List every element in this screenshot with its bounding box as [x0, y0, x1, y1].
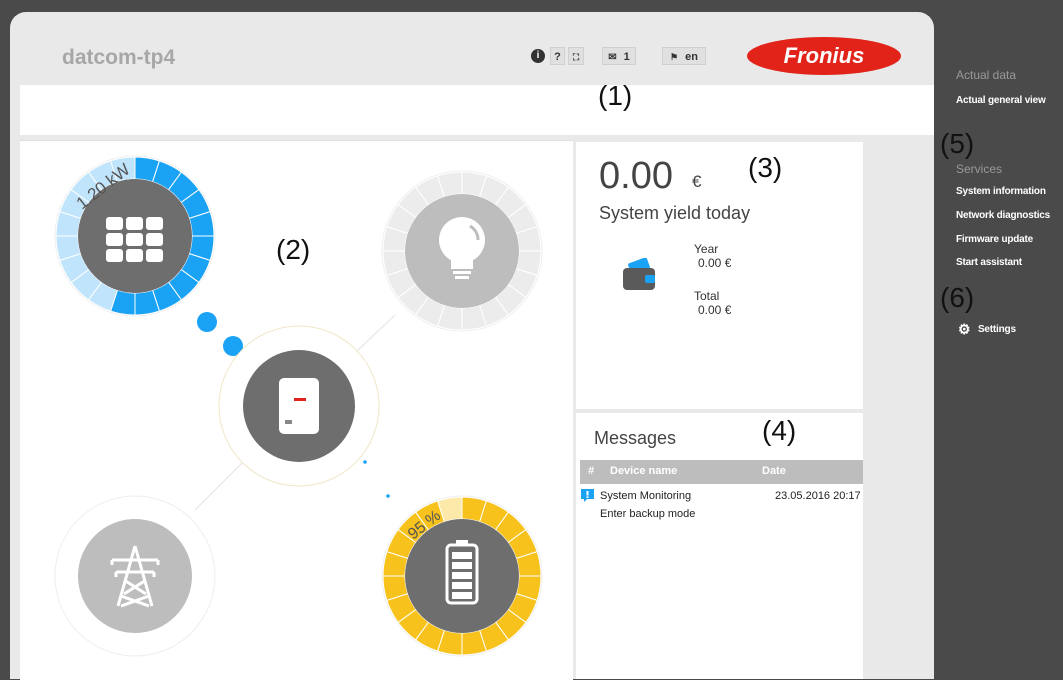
messages-button[interactable]: ✉ 1 — [602, 47, 636, 65]
sidebar — [934, 12, 1063, 679]
annotation-1: (1) — [598, 80, 633, 111]
annotation-6: (6) — [940, 282, 975, 313]
gear-icon: ⚙ — [958, 321, 971, 337]
yield-currency: € — [692, 172, 702, 191]
fronius-logo[interactable]: Fronius — [746, 36, 902, 76]
annotation-4: (4) — [762, 415, 797, 446]
messages-panel — [576, 413, 863, 679]
col-date: Date — [762, 465, 786, 477]
pv-flow-dot — [197, 312, 217, 332]
info-message-icon — [581, 489, 594, 502]
table-row[interactable]: System Monitoring 23.05.2016 20:17 Enter… — [580, 488, 863, 522]
inverter-icon — [279, 378, 319, 434]
col-device-name: Device name — [610, 465, 678, 477]
device-name: datcom-tp4 — [62, 46, 176, 69]
help-button[interactable]: ? — [550, 47, 565, 65]
sidebar-item-start-assistant[interactable]: Start assistant — [956, 257, 1022, 268]
sidebar-item-settings[interactable]: ⚙ Settings — [958, 321, 1016, 338]
sidebar-item-network-diagnostics[interactable]: Network diagnostics — [956, 210, 1050, 221]
info-button[interactable]: i — [531, 49, 545, 63]
messages-title: Messages — [594, 428, 677, 448]
sidebar-item-firmware-update[interactable]: Firmware update — [956, 234, 1033, 245]
annotation-5: (5) — [940, 128, 975, 159]
top-bar — [20, 85, 934, 135]
yield-label: System yield today — [599, 203, 751, 223]
message-date: 23.05.2016 20:17 — [775, 490, 861, 502]
wallet-icon — [623, 258, 655, 290]
total-label: Total — [694, 289, 720, 303]
grid-node[interactable] — [54, 495, 216, 657]
sidebar-heading-actual-data: Actual data — [956, 68, 1017, 82]
inverter-node[interactable] — [218, 325, 380, 487]
mail-icon: ✉ — [608, 52, 617, 63]
total-value: 0.00 € — [698, 303, 732, 317]
battery-node[interactable]: 95 % — [381, 495, 543, 657]
yield-value: 0.00 — [599, 155, 673, 197]
language-code: en — [685, 51, 698, 63]
fullscreen-button[interactable]: ⛶ — [568, 47, 584, 65]
annotation-3: (3) — [748, 152, 783, 183]
year-label: Year — [694, 242, 719, 256]
language-button[interactable]: ⚑ en — [662, 47, 706, 65]
expand-icon: ⛶ — [572, 52, 580, 62]
annotation-2: (2) — [276, 234, 311, 265]
sidebar-item-actual-general-view[interactable]: Actual general view — [956, 95, 1046, 106]
power-flow-diagram: 1.20 kW 95 % — [54, 155, 543, 657]
settings-label: Settings — [977, 324, 1016, 335]
flag-icon: ⚑ — [670, 52, 679, 62]
message-text: Enter backup mode — [600, 508, 696, 520]
logo-text: Fronius — [784, 43, 865, 68]
message-device: System Monitoring — [600, 490, 692, 502]
load-node[interactable] — [381, 170, 543, 332]
col-number: # — [588, 465, 595, 477]
sidebar-item-system-information[interactable]: System information — [956, 186, 1046, 197]
sidebar-heading-services: Services — [956, 162, 1003, 176]
solar-panel-icon — [106, 217, 163, 262]
mail-count: 1 — [623, 51, 630, 63]
year-value: 0.00 € — [698, 256, 732, 270]
pv-node[interactable]: 1.20 kW — [54, 155, 216, 317]
